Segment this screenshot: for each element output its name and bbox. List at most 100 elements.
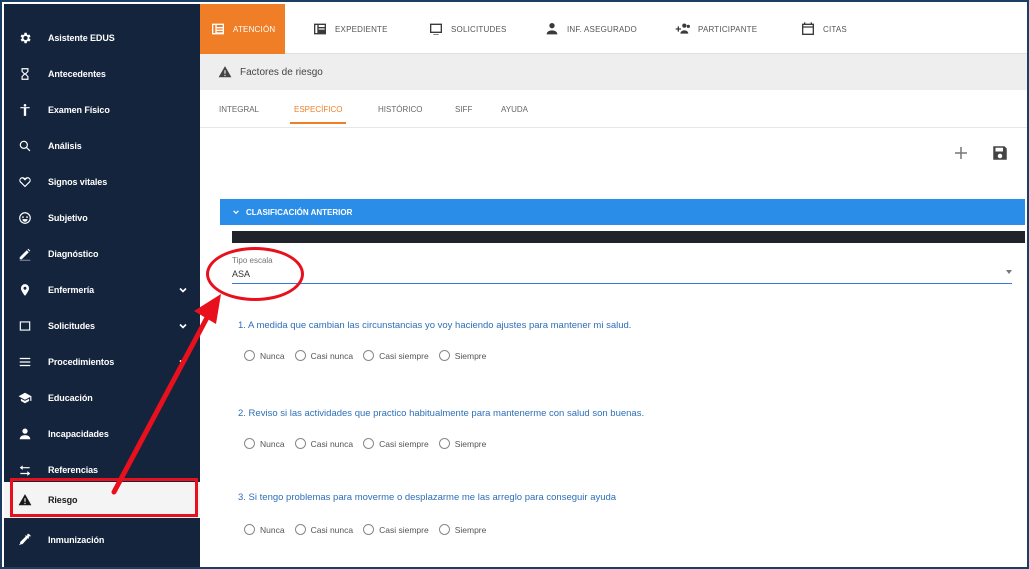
main-content: CLASIFICACIÓN ANTERIOR Tipo escala ASA 1… bbox=[200, 128, 1027, 567]
subtab-siff[interactable]: SIFF bbox=[455, 90, 472, 128]
radio-siempre[interactable]: Siempre bbox=[438, 438, 486, 449]
chevron-down-icon bbox=[178, 285, 188, 295]
chevron-down-icon bbox=[178, 321, 188, 331]
subtab-label: Integral bbox=[219, 104, 260, 114]
tab-expediente[interactable]: Expediente bbox=[312, 4, 388, 54]
sub-tabs: Integral Específico Histórico SIFF Ayuda bbox=[200, 90, 1027, 128]
sidebar-item-label: Signos vitales bbox=[48, 177, 108, 187]
radio-circle bbox=[244, 350, 255, 361]
sidebar-item-educacion[interactable]: Educación bbox=[4, 380, 200, 416]
field-value: ASA bbox=[232, 269, 251, 279]
radio-circle bbox=[294, 438, 306, 449]
radio-circle bbox=[244, 524, 255, 535]
subtab-label: SIFF bbox=[455, 104, 473, 114]
radio-casi-siempre[interactable]: Casi siempre bbox=[363, 524, 429, 535]
radio-casi-nunca[interactable]: Casi nunca bbox=[294, 438, 354, 449]
clipboard-icon bbox=[210, 21, 226, 37]
sidebar-item-asistente-edus[interactable]: Asistente EDUS bbox=[4, 20, 200, 56]
subtab-especifico[interactable]: Específico bbox=[289, 90, 347, 128]
accordion-clasificacion-anterior[interactable]: CLASIFICACIÓN ANTERIOR bbox=[220, 199, 1025, 225]
radio-siempre[interactable]: Siempre bbox=[438, 350, 487, 361]
sidebar-item-label: Referencias bbox=[48, 465, 98, 475]
tab-participante[interactable]: Participante bbox=[675, 4, 757, 54]
dropdown-caret-icon bbox=[1006, 270, 1012, 274]
radio-siempre[interactable]: Siempre bbox=[438, 524, 486, 535]
sidebar-item-antecedentes[interactable]: Antecedentes bbox=[4, 56, 200, 92]
radio-circle bbox=[438, 524, 450, 535]
graduation-cap-icon bbox=[18, 391, 32, 405]
pen-icon bbox=[18, 247, 32, 261]
tab-label: Citas bbox=[823, 24, 847, 34]
subtab-ayuda[interactable]: Ayuda bbox=[501, 90, 528, 128]
radio-casi-siempre[interactable]: Casi siempre bbox=[363, 438, 429, 449]
syringe-icon bbox=[18, 533, 32, 547]
radio-circle bbox=[294, 524, 306, 535]
tab-atencion[interactable]: Atención bbox=[200, 4, 286, 54]
user-icon bbox=[544, 21, 560, 37]
radio-nunca[interactable]: Nunca bbox=[244, 350, 285, 361]
chevron-down-icon bbox=[178, 357, 188, 367]
page-title: Factores de riesgo bbox=[240, 66, 323, 78]
radio-casi-nunca[interactable]: Casi nunca bbox=[294, 350, 353, 361]
sidebar-item-examen-fisico[interactable]: Examen Físico bbox=[4, 92, 200, 128]
option-label: Casi nunca bbox=[310, 524, 354, 535]
tab-citas[interactable]: Citas bbox=[800, 4, 847, 54]
add-button[interactable] bbox=[950, 142, 972, 164]
sidebar-item-riesgo[interactable]: Riesgo bbox=[4, 482, 200, 518]
question-2: 2. Reviso si las actividades que practic… bbox=[238, 408, 645, 419]
sidebar: Asistente EDUS Antecedentes Examen Físic… bbox=[4, 4, 200, 567]
radio-casi-siempre[interactable]: Casi siempre bbox=[363, 350, 429, 361]
sidebar-item-incapacidades[interactable]: Incapacidades bbox=[4, 416, 200, 452]
folder-icon bbox=[312, 21, 328, 37]
accordion-content-bar bbox=[232, 231, 1025, 243]
sidebar-item-label: Subjetivo bbox=[48, 213, 88, 223]
tab-label: Atención bbox=[233, 24, 276, 34]
hourglass-icon bbox=[18, 67, 32, 81]
sidebar-item-procedimientos[interactable]: Procedimientos bbox=[4, 344, 200, 380]
option-label: Casi siempre bbox=[379, 438, 429, 449]
tab-inf-asegurado[interactable]: Inf. Asegurado bbox=[544, 4, 637, 54]
option-label: Nunca bbox=[260, 350, 285, 361]
radio-nunca[interactable]: Nunca bbox=[244, 438, 285, 449]
sidebar-item-label: Asistente EDUS bbox=[48, 33, 115, 43]
option-label: Casi siempre bbox=[379, 524, 429, 535]
radio-circle bbox=[438, 350, 450, 361]
plus-icon bbox=[955, 147, 967, 159]
option-label: Nunca bbox=[260, 524, 285, 535]
calendar-icon bbox=[800, 21, 816, 37]
save-button[interactable] bbox=[989, 142, 1011, 164]
sidebar-item-inmunizacion[interactable]: Inmunización bbox=[4, 522, 200, 558]
sidebar-item-diagnostico[interactable]: Diagnóstico bbox=[4, 236, 200, 272]
question-1-options: Nunca Casi nunca Casi siempre Siempre bbox=[244, 350, 496, 361]
sidebar-item-analisis[interactable]: Análisis bbox=[4, 128, 200, 164]
gear-icon bbox=[18, 31, 32, 45]
radio-circle bbox=[363, 350, 375, 361]
radio-casi-nunca[interactable]: Casi nunca bbox=[294, 524, 354, 535]
subtab-historico[interactable]: Histórico bbox=[378, 90, 422, 128]
group-add-icon bbox=[675, 21, 691, 37]
radio-nunca[interactable]: Nunca bbox=[244, 524, 285, 535]
sidebar-item-label: Riesgo bbox=[48, 495, 78, 505]
chevron-down-icon bbox=[232, 208, 240, 216]
face-icon bbox=[18, 211, 32, 225]
sidebar-item-partial[interactable] bbox=[4, 558, 200, 567]
sidebar-item-label: Enfermería bbox=[48, 285, 95, 295]
sidebar-item-label: Análisis bbox=[48, 141, 82, 151]
option-label: Casi nunca bbox=[310, 438, 354, 449]
sidebar-item-solicitudes[interactable]: Solicitudes bbox=[4, 308, 200, 344]
tipo-escala-select[interactable]: Tipo escala ASA bbox=[232, 254, 1012, 284]
transfer-arrows-icon bbox=[18, 463, 32, 477]
subtab-integral[interactable]: Integral bbox=[219, 90, 259, 128]
sidebar-item-enfermeria[interactable]: Enfermería bbox=[4, 272, 200, 308]
tab-solicitudes[interactable]: Solicitudes bbox=[428, 4, 507, 54]
option-label: Nunca bbox=[260, 438, 285, 449]
top-navigation: Atención Expediente Solicitudes Inf. Ase… bbox=[200, 4, 1027, 54]
warning-icon bbox=[18, 493, 32, 507]
location-pin-icon bbox=[18, 283, 32, 297]
question-2-options: Nunca Casi nunca Casi siempre Siempre bbox=[244, 438, 496, 449]
sidebar-item-subjetivo[interactable]: Subjetivo bbox=[4, 200, 200, 236]
sidebar-item-signos-vitales[interactable]: Signos vitales bbox=[4, 164, 200, 200]
option-label: Siempre bbox=[454, 350, 487, 361]
field-label: Tipo escala bbox=[232, 256, 273, 265]
app-window: Asistente EDUS Antecedentes Examen Físic… bbox=[0, 0, 1029, 569]
